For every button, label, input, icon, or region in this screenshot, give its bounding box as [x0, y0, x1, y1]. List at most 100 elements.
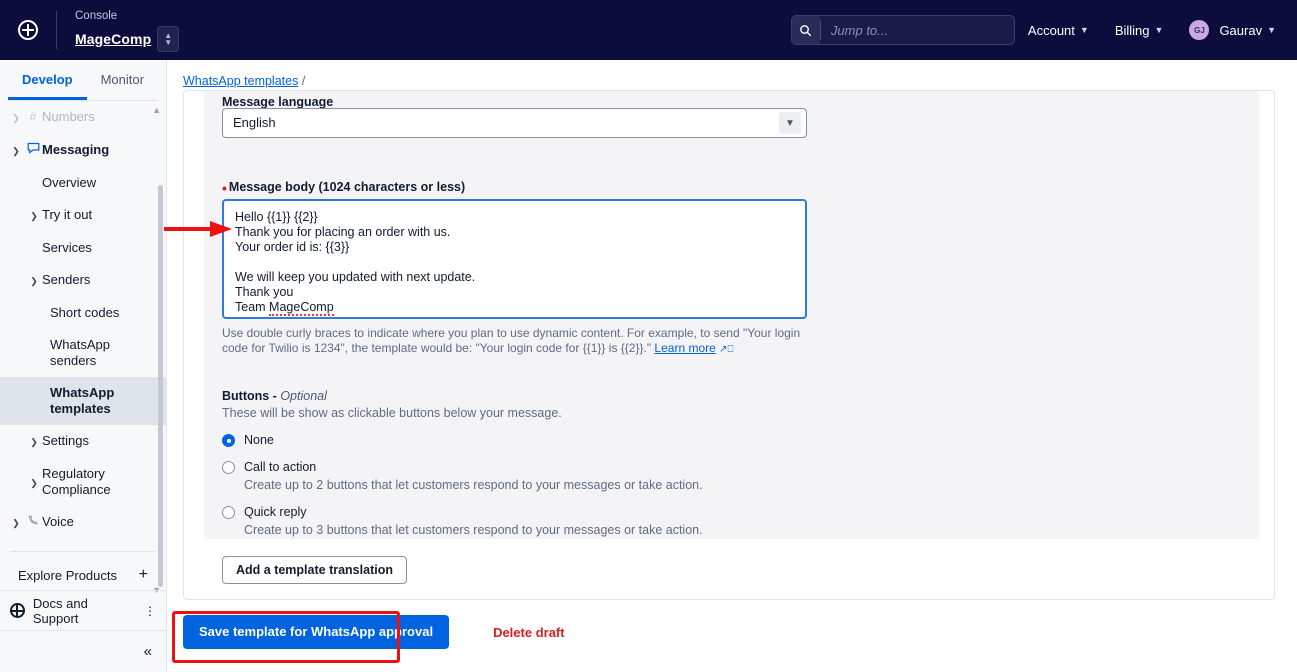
sidebar-item-label: Numbers: [42, 109, 95, 124]
sidebar-item-try-it-out[interactable]: ❯ Try it out: [0, 199, 166, 232]
hash-icon: #: [29, 110, 37, 124]
sidebar-item-voice[interactable]: ❯ Voice: [0, 506, 166, 539]
sidebar-item-label: Voice: [42, 514, 74, 529]
search-input[interactable]: [820, 21, 1014, 39]
sidebar-item-label: Senders: [42, 272, 91, 287]
billing-menu[interactable]: Billing ▼: [1102, 0, 1177, 60]
radio-call-to-action[interactable]: [222, 461, 235, 474]
explore-products-row[interactable]: Explore Products +: [0, 552, 166, 594]
message-language-value: English: [233, 115, 276, 130]
chevron-down-icon: ▼: [1079, 25, 1089, 35]
sidebar-collapse-button[interactable]: «: [0, 630, 166, 672]
chevron-right-icon: ❯: [12, 113, 20, 123]
radio-call-to-action-label: Call to action: [244, 460, 317, 474]
tab-monitor[interactable]: Monitor: [87, 60, 158, 100]
buttons-section-subtitle: These will be show as clickable buttons …: [222, 406, 562, 420]
radio-call-to-action-description: Create up to 2 buttons that let customer…: [244, 478, 703, 492]
chevron-right-icon: ❯: [30, 211, 38, 221]
sidebar-item-numbers[interactable]: ❯ # Numbers: [0, 101, 166, 134]
radio-option-call-to-action[interactable]: Call to action: [222, 447, 1241, 474]
footer-actions: Save template for WhatsApp approval Dele…: [183, 615, 565, 649]
tab-develop[interactable]: Develop: [8, 60, 87, 100]
sidebar-nav-scroll: ▲ ▼ ❯ # Numbers ❯ Messaging Overview ❯ T…: [0, 101, 166, 601]
plus-icon[interactable]: +: [139, 566, 148, 584]
chevron-updown-icon[interactable]: ▲ ▼: [157, 25, 180, 52]
add-translation-wrapper: Add a template translation: [222, 556, 407, 584]
sidebar-item-label: Settings: [42, 433, 89, 448]
nav-divider: [56, 11, 57, 49]
search-icon[interactable]: [791, 16, 820, 44]
chevron-down-icon[interactable]: ▼: [779, 112, 801, 134]
account-name-link[interactable]: MageComp: [75, 31, 151, 47]
radio-option-none[interactable]: None: [222, 420, 1241, 447]
account-menu[interactable]: Account ▼: [1015, 0, 1102, 60]
sidebar-item-whatsapp-senders[interactable]: WhatsApp senders: [0, 329, 166, 377]
body-line-7-misspelled-word: MageComp: [269, 300, 334, 316]
help-circle-icon: [10, 603, 25, 618]
chevron-down-icon: ▼: [1154, 25, 1164, 35]
template-form-panel: Message language English ▼ • Message body…: [204, 91, 1259, 539]
console-account-block: Console MageComp ▲ ▼: [75, 9, 180, 52]
docs-and-support-row[interactable]: Docs and Support ⋮: [0, 590, 166, 630]
breadcrumb-link-whatsapp-templates[interactable]: WhatsApp templates: [183, 74, 298, 88]
main-content: WhatsApp templates / Message language En…: [167, 60, 1297, 672]
chevron-down-icon: ▼: [1267, 25, 1276, 35]
global-search[interactable]: [790, 15, 1015, 45]
delete-draft-link[interactable]: Delete draft: [493, 625, 565, 640]
sidebar-item-services[interactable]: Services: [0, 232, 166, 264]
user-name-label: Gaurav: [1219, 22, 1263, 38]
phone-icon: [24, 514, 42, 530]
radio-none[interactable]: [222, 434, 235, 447]
message-language-select[interactable]: English ▼: [222, 108, 807, 138]
sidebar-item-senders[interactable]: ❯ Senders: [0, 264, 166, 297]
message-body-label: • Message body (1024 characters or less): [222, 179, 466, 196]
sidebar-scrollbar-thumb[interactable]: [158, 185, 163, 587]
sidebar-item-label: WhatsApp senders: [50, 337, 110, 368]
sidebar-item-messaging[interactable]: ❯ Messaging: [0, 134, 166, 167]
sidebar: Develop Monitor ▲ ▼ ❯ # Numbers ❯ Messag…: [0, 60, 167, 672]
buttons-optional-label: Optional: [280, 389, 327, 403]
explore-products-label: Explore Products: [18, 567, 117, 583]
radio-quick-reply-label: Quick reply: [244, 505, 307, 519]
sidebar-item-label: Regulatory Compliance: [42, 466, 111, 497]
avatar: GJ: [1189, 20, 1210, 40]
external-link-icon: ↗⎕: [719, 344, 734, 355]
required-indicator: •: [222, 179, 227, 196]
learn-more-link[interactable]: Learn more: [654, 341, 715, 355]
sidebar-item-overview[interactable]: Overview: [0, 167, 166, 199]
sidebar-item-settings[interactable]: ❯ Settings: [0, 425, 166, 458]
breadcrumb-separator: /: [301, 74, 306, 88]
chevron-right-icon: ❯: [30, 478, 38, 488]
chevron-down-icon: ❯: [30, 276, 38, 286]
top-navigation-bar: Console MageComp ▲▼ Account ▼: [0, 0, 1297, 60]
message-body-textarea[interactable]: Hello {{1}} {{2}} Thank you for placing …: [222, 199, 807, 319]
sidebar-item-regulatory-compliance[interactable]: ❯ Regulatory Compliance: [0, 458, 166, 506]
sidebar-item-label: WhatsApp templates: [50, 385, 115, 416]
chevron-right-icon: ❯: [30, 437, 38, 447]
sidebar-item-short-codes[interactable]: Short codes: [0, 297, 166, 329]
message-body-help-text: Use double curly braces to indicate wher…: [222, 319, 802, 357]
message-language-label: Message language: [222, 95, 334, 108]
radio-quick-reply[interactable]: [222, 506, 235, 519]
save-template-button[interactable]: Save template for WhatsApp approval: [183, 615, 450, 649]
template-form-card: Message language English ▼ • Message body…: [183, 90, 1275, 600]
app-root: Console MageComp ▲▼ Account ▼: [0, 0, 1297, 672]
sidebar-item-label: Services: [42, 240, 92, 255]
radio-option-quick-reply[interactable]: Quick reply: [222, 492, 1241, 519]
add-template-translation-button[interactable]: Add a template translation: [222, 556, 407, 584]
account-menu-label: Account: [1027, 22, 1075, 38]
chat-bubble-icon: [24, 142, 42, 158]
body-line-5: We will keep you updated with next updat…: [235, 270, 476, 284]
chevron-right-icon: ❯: [12, 518, 20, 528]
user-menu[interactable]: GJ Gaurav ▼: [1176, 0, 1289, 60]
chevron-down-icon: ❯: [12, 146, 20, 156]
twilio-logo-icon[interactable]: [0, 0, 56, 60]
sidebar-item-whatsapp-templates[interactable]: WhatsApp templates: [0, 377, 166, 425]
sidebar-item-label: Try it out: [42, 207, 93, 222]
more-vertical-icon[interactable]: ⋮: [144, 605, 156, 617]
body-line-2: Thank you for placing an order with us.: [235, 225, 451, 239]
billing-menu-label: Billing: [1114, 22, 1150, 38]
buttons-section-title: Buttons - Optional: [222, 389, 327, 403]
docs-and-support-label: Docs and Support: [32, 595, 88, 626]
sidebar-item-label: Messaging: [42, 142, 110, 157]
